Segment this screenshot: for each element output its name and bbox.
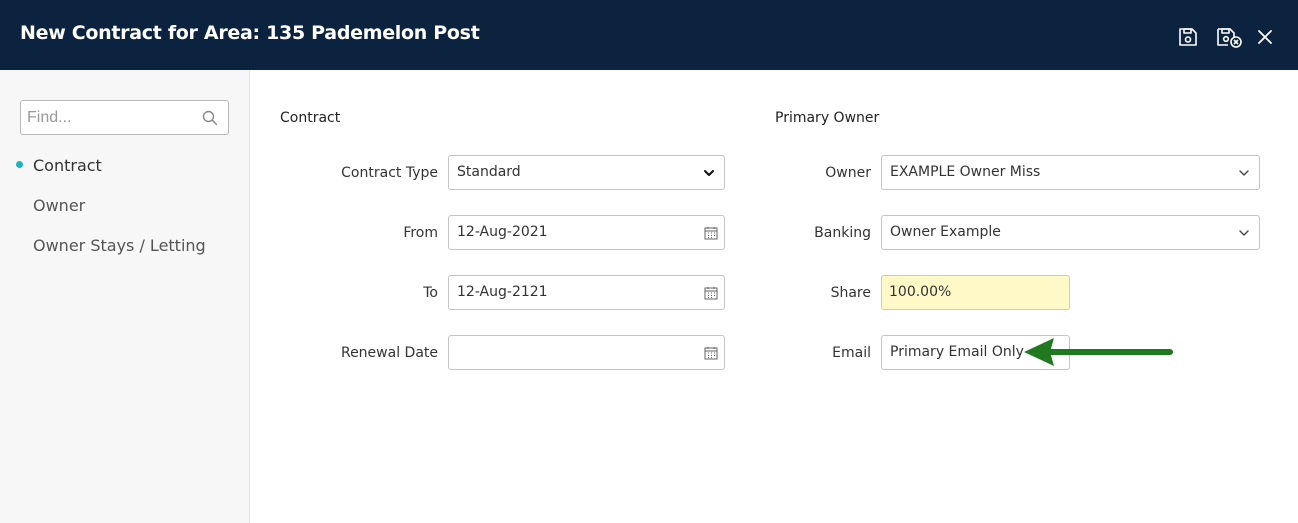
calendar-icon[interactable]: [704, 286, 718, 300]
sidebar-item-owner-stays-letting[interactable]: Owner Stays / Letting: [33, 236, 206, 255]
save-and-close-button[interactable]: [1216, 25, 1244, 49]
find-box: [20, 100, 229, 135]
dialog-title: New Contract for Area: 135 Pademelon Pos…: [20, 22, 480, 44]
to-date-field[interactable]: 12-Aug-2121: [448, 275, 725, 310]
renewal-date-field[interactable]: [448, 335, 725, 370]
active-indicator-dot: [16, 161, 23, 168]
contract-type-select[interactable]: Standard: [448, 155, 725, 190]
chevron-down-icon: [704, 170, 714, 176]
section-title-contract: Contract: [280, 110, 341, 126]
from-date-field[interactable]: 12-Aug-2021: [448, 215, 725, 250]
calendar-icon[interactable]: [704, 346, 718, 360]
main-content: Contract Contract Type Standard From 12-…: [251, 70, 1298, 523]
renewal-date-label: Renewal Date: [340, 345, 438, 361]
chevron-down-icon: [1239, 170, 1249, 176]
to-date-value: 12-Aug-2121: [457, 284, 548, 300]
sidebar-item-contract[interactable]: Contract: [33, 156, 102, 175]
close-icon: [1258, 30, 1272, 44]
contract-type-value: Standard: [457, 164, 521, 180]
sidebar: Contract Owner Owner Stays / Letting: [0, 70, 250, 523]
sidebar-item-owner[interactable]: Owner: [33, 196, 85, 215]
owner-value: EXAMPLE Owner Miss: [890, 164, 1041, 180]
from-date-value: 12-Aug-2021: [457, 224, 548, 240]
contract-type-label: Contract Type: [341, 165, 438, 181]
share-input[interactable]: 100.00%: [881, 275, 1070, 310]
banking-label: Banking: [814, 225, 871, 241]
find-input[interactable]: [21, 101, 201, 134]
to-label: To: [423, 285, 438, 301]
search-icon[interactable]: [202, 110, 218, 126]
owner-label: Owner: [825, 165, 871, 181]
from-label: From: [403, 225, 438, 241]
email-value: Primary Email Only: [890, 344, 1024, 360]
chevron-down-icon: [1239, 230, 1249, 236]
close-button[interactable]: [1254, 25, 1278, 49]
share-value: 100.00%: [889, 284, 952, 300]
banking-select[interactable]: Owner Example: [881, 215, 1260, 250]
dialog-header: New Contract for Area: 135 Pademelon Pos…: [0, 0, 1298, 70]
calendar-icon[interactable]: [704, 226, 718, 240]
banking-value: Owner Example: [890, 224, 1001, 240]
email-label: Email: [832, 345, 871, 361]
save-close-icon: [1217, 28, 1242, 48]
save-button[interactable]: [1176, 25, 1200, 49]
owner-select[interactable]: EXAMPLE Owner Miss: [881, 155, 1260, 190]
share-label: Share: [830, 285, 871, 301]
email-select[interactable]: Primary Email Only: [881, 335, 1070, 370]
section-title-primary-owner: Primary Owner: [775, 110, 880, 126]
save-icon: [1179, 28, 1197, 46]
